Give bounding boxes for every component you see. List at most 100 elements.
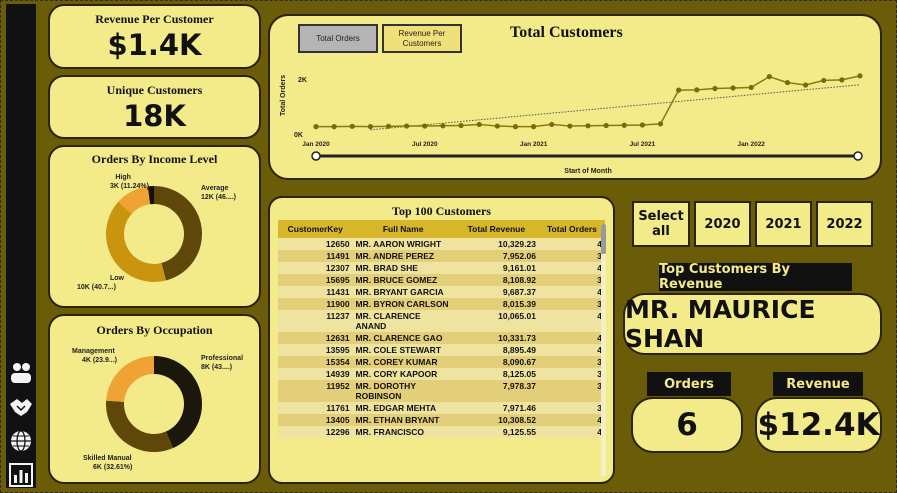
data-point — [730, 85, 736, 91]
total-customers-line-chart[interactable]: 2K 0K Total Orders Jan 2020 Jul 2020 Jan 2021… — [270, 16, 880, 178]
table-row[interactable]: 15354 MR. COREY KUMAR 8,090.67 3 — [278, 356, 605, 368]
table-title: Top 100 Customers — [392, 204, 491, 218]
table-cell: MR. DOROTHY ROBINSON — [352, 380, 454, 402]
y-axis-label: Total Orders — [280, 75, 287, 116]
table-row[interactable]: 11431 MR. BRYANT GARCIA 9,687.37 4 — [278, 286, 605, 298]
y-tick-label: 0K — [294, 132, 303, 139]
table-row[interactable]: 14939 MR. CORY KAPOOR 8,125.05 3 — [278, 368, 605, 380]
table-row[interactable]: 12296 MR. FRANCISCO 9,125.55 4 — [278, 426, 605, 438]
table-cell: 8,108.92 — [453, 274, 539, 286]
table-cell: 4 — [538, 344, 605, 356]
table-cell: 12307 — [278, 262, 353, 274]
unique-customers-value: 18K — [123, 99, 186, 133]
globe-icon[interactable] — [8, 428, 34, 454]
occupation-donut-chart[interactable] — [102, 352, 206, 456]
year-select-all-button[interactable]: Select all — [632, 201, 690, 247]
table-cell: 9,161.01 — [453, 262, 539, 274]
table-cell: 4 — [538, 286, 605, 298]
table-row[interactable]: 12631 MR. CLARENCE GAO 10,331.73 4 — [278, 332, 605, 344]
table-row[interactable]: 11761 MR. EDGAR MEHTA 7,971.46 3 — [278, 402, 605, 414]
table-row[interactable]: 11491 MR. ANDRE PEREZ 7,952.06 3 — [278, 250, 605, 262]
data-point — [585, 123, 591, 129]
table-cell: 7,971.46 — [453, 402, 539, 414]
table-cell: 4 — [538, 426, 605, 438]
data-point — [567, 123, 573, 129]
x-tick-label: Jan 2022 — [737, 141, 765, 148]
table-cell: 3 — [538, 356, 605, 368]
data-point — [821, 77, 827, 84]
table-cell: 15695 — [278, 274, 353, 286]
orders-label: Orders — [647, 372, 731, 396]
table-cell: 3 — [538, 368, 605, 380]
unique-customers-title: Unique Customers — [106, 83, 203, 97]
table-scrollbar-thumb[interactable] — [601, 224, 606, 254]
income-donut-chart[interactable] — [102, 182, 206, 286]
revenue-per-customer-card: Revenue Per Customer $1.4K — [48, 4, 261, 69]
data-point — [803, 82, 809, 88]
table-row[interactable]: 13405 MR. ETHAN BRYANT 10,308.52 4 — [278, 414, 605, 426]
top-customer-label: Top Customers By Revenue — [659, 262, 852, 292]
data-point — [494, 123, 500, 129]
data-point — [422, 123, 428, 129]
table-cell: MR. COREY KUMAR — [352, 356, 454, 368]
table-cell: MR. CLARENCE GAO — [352, 332, 454, 344]
table-cell: 8,015.39 — [453, 298, 539, 310]
x-tick-label: Jul 2021 — [630, 141, 656, 148]
table-cell: 15354 — [278, 356, 353, 368]
occupation-slice-1[interactable] — [106, 400, 174, 452]
table-cell: 3 — [538, 250, 605, 262]
data-point — [839, 77, 845, 83]
table-cell: 9,125.55 — [453, 426, 539, 438]
handshake-icon[interactable] — [8, 394, 34, 420]
trend-line — [370, 84, 861, 131]
table-cell: 4 — [538, 332, 605, 344]
table-row[interactable]: 15695 MR. BRUCE GOMEZ 8,108.92 3 — [278, 274, 605, 286]
table-cell: 8,125.05 — [453, 368, 539, 380]
date-range-slider-start-handle[interactable] — [311, 151, 321, 161]
table-header-cell[interactable]: Full Name — [352, 220, 454, 238]
x-tick-label: Jan 2021 — [520, 141, 548, 148]
table-scrollbar-track[interactable] — [601, 224, 606, 476]
year-2020-button[interactable]: 2020 — [694, 201, 751, 247]
table-cell: MR. FRANCISCO — [352, 426, 454, 438]
table-row[interactable]: 11952 MR. DOROTHY ROBINSON 7,978.37 3 — [278, 380, 605, 402]
income-slice-1[interactable] — [105, 201, 166, 282]
income-level-card: Orders By Income Level High 3K (11.24%) … — [48, 145, 261, 308]
total-customers-card: Total Orders Revenue Per Customers Total… — [268, 14, 882, 180]
data-point — [657, 121, 664, 127]
table-cell: 3 — [538, 402, 605, 414]
revenue-per-customer-title: Revenue Per Customer — [95, 12, 214, 26]
users-icon[interactable] — [8, 360, 34, 386]
date-range-slider-end-handle[interactable] — [853, 151, 863, 161]
table-row[interactable]: 11237 MR. CLARENCE ANAND 10,065.01 4 — [278, 310, 605, 332]
table-header-cell[interactable]: Total Orders — [538, 220, 605, 238]
income-label-low: Low 10K (40.7...) — [77, 275, 124, 291]
table-cell: 14939 — [278, 368, 353, 380]
table-cell: 4 — [538, 238, 605, 250]
table-cell: 13595 — [278, 344, 353, 356]
bar-chart-icon[interactable] — [8, 462, 34, 488]
x-axis-label: Start of Month — [564, 168, 611, 175]
table-header-cell[interactable]: CustomerKey — [278, 220, 353, 238]
year-2021-button[interactable]: 2021 — [755, 201, 812, 247]
table-row[interactable]: 12307 MR. BRAD SHE 9,161.01 4 — [278, 262, 605, 274]
occupation-card: Orders By Occupation Management 4K (23.9… — [48, 314, 261, 484]
table-row[interactable]: 13595 MR. COLE STEWART 8,895.49 4 — [278, 344, 605, 356]
data-point — [458, 122, 464, 129]
data-point — [476, 121, 482, 128]
orders-value: 6 — [631, 397, 743, 453]
top-customers-table[interactable]: CustomerKey Full Name Total Revenue Total O… — [278, 220, 605, 475]
table-cell: 7,952.06 — [453, 250, 539, 262]
income-label-average: Average 12K (46....) — [201, 185, 237, 201]
table-cell: 4 — [538, 414, 605, 426]
year-2022-button[interactable]: 2022 — [816, 201, 873, 247]
table-cell: MR. CORY KAPOOR — [352, 368, 454, 380]
income-donut-title: Orders By Income Level — [91, 152, 218, 166]
table-row[interactable]: 12650 MR. AARON WRIGHT 10,329.23 4 — [278, 238, 605, 250]
sidebar — [6, 4, 36, 488]
table-cell: 8,895.49 — [453, 344, 539, 356]
table-header-cell[interactable]: Total Revenue — [453, 220, 539, 238]
x-tick-label: Jan 2020 — [302, 141, 330, 148]
top-customer-name: MR. MAURICE SHAN — [623, 293, 882, 355]
table-row[interactable]: 11900 MR. BYRON CARLSON 8,015.39 3 — [278, 298, 605, 310]
